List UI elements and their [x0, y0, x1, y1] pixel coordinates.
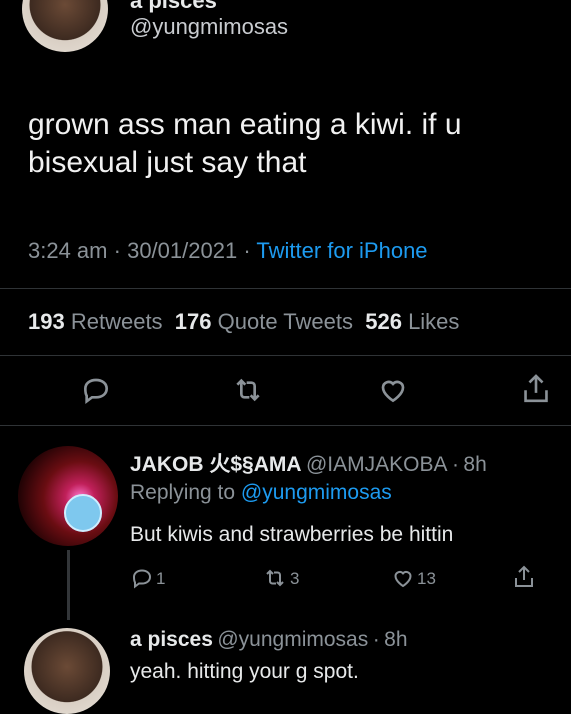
likes-stat[interactable]: 526 Likes	[365, 309, 459, 334]
retweets-count: 193	[28, 309, 65, 334]
reply-2-time[interactable]: 8h	[384, 628, 407, 651]
replying-to-label: Replying to	[130, 481, 236, 504]
retweets-label: Retweets	[70, 309, 163, 334]
reply-icon[interactable]	[80, 374, 112, 406]
divider	[0, 425, 571, 426]
quotes-stat[interactable]: 176 Quote Tweets	[175, 309, 353, 334]
reply-1-text: But kiwis and strawberries be hittin	[130, 523, 454, 546]
tweet-date[interactable]: 30/01/2021	[127, 238, 237, 263]
divider	[0, 355, 571, 356]
share-icon[interactable]	[520, 372, 552, 406]
reply-1-avatar[interactable]	[18, 446, 118, 546]
reply-1-retweet-icon[interactable]	[263, 566, 287, 590]
thread-line	[67, 550, 70, 620]
reply-2-text: yeah. hitting your g spot.	[130, 660, 359, 683]
replying-to-mention[interactable]: @yungmimosas	[241, 481, 392, 504]
quotes-label: Quote Tweets	[217, 309, 353, 334]
reply-1-like-icon[interactable]	[391, 566, 415, 590]
tweet-stats: 193 Retweets 176 Quote Tweets 526 Likes	[28, 309, 459, 335]
reply-1-retweet-count: 3	[290, 569, 300, 588]
reply-2-avatar[interactable]	[24, 628, 110, 714]
reply-1-name[interactable]: JAKOB 火$§AMA	[130, 453, 302, 476]
quotes-count: 176	[174, 309, 212, 334]
tweet-meta: 3:24 am · 30/01/2021 · Twitter for iPhon…	[28, 238, 428, 264]
reply-2-handle[interactable]: @yungmimosas	[217, 628, 368, 651]
reply-1-time[interactable]: 8h	[463, 453, 486, 476]
replying-to-line: Replying to @yungmimosas	[130, 481, 392, 505]
likes-count: 526	[365, 309, 402, 334]
author-avatar[interactable]	[22, 0, 108, 52]
tweet-time: 3:24 am	[28, 238, 108, 263]
reply-2-name[interactable]: a pisces	[130, 628, 213, 651]
separator: ·	[243, 238, 251, 263]
author-handle[interactable]: @yungmimosas	[130, 14, 288, 40]
separator: ·	[113, 238, 121, 263]
reply-1-share-icon[interactable]	[512, 564, 536, 590]
reply-1-reply-icon[interactable]	[130, 566, 154, 590]
reply-1-like-count: 13	[417, 569, 436, 588]
divider	[0, 288, 571, 289]
retweets-stat[interactable]: 193 Retweets	[28, 309, 163, 334]
reply-1-header: JAKOB 火$§AMA @IAMJAKOBA · 8h	[130, 448, 487, 478]
likes-label: Likes	[408, 309, 460, 334]
reply-2-header: a pisces @yungmimosas · 8h	[130, 628, 408, 652]
separator: ·	[451, 453, 459, 476]
author-name[interactable]: a pisces	[130, 0, 217, 14]
separator: ·	[372, 628, 380, 651]
mask-emoji-icon	[64, 494, 102, 532]
like-icon[interactable]	[377, 374, 409, 406]
retweet-icon[interactable]	[232, 374, 264, 406]
tweet-source-link[interactable]: Twitter for iPhone	[256, 238, 427, 263]
reply-1-handle[interactable]: @IAMJAKOBA	[306, 453, 448, 476]
tweet-text: grown ass man eating a kiwi. if u bisexu…	[28, 108, 462, 179]
reply-1-reply-count: 1	[156, 569, 166, 588]
